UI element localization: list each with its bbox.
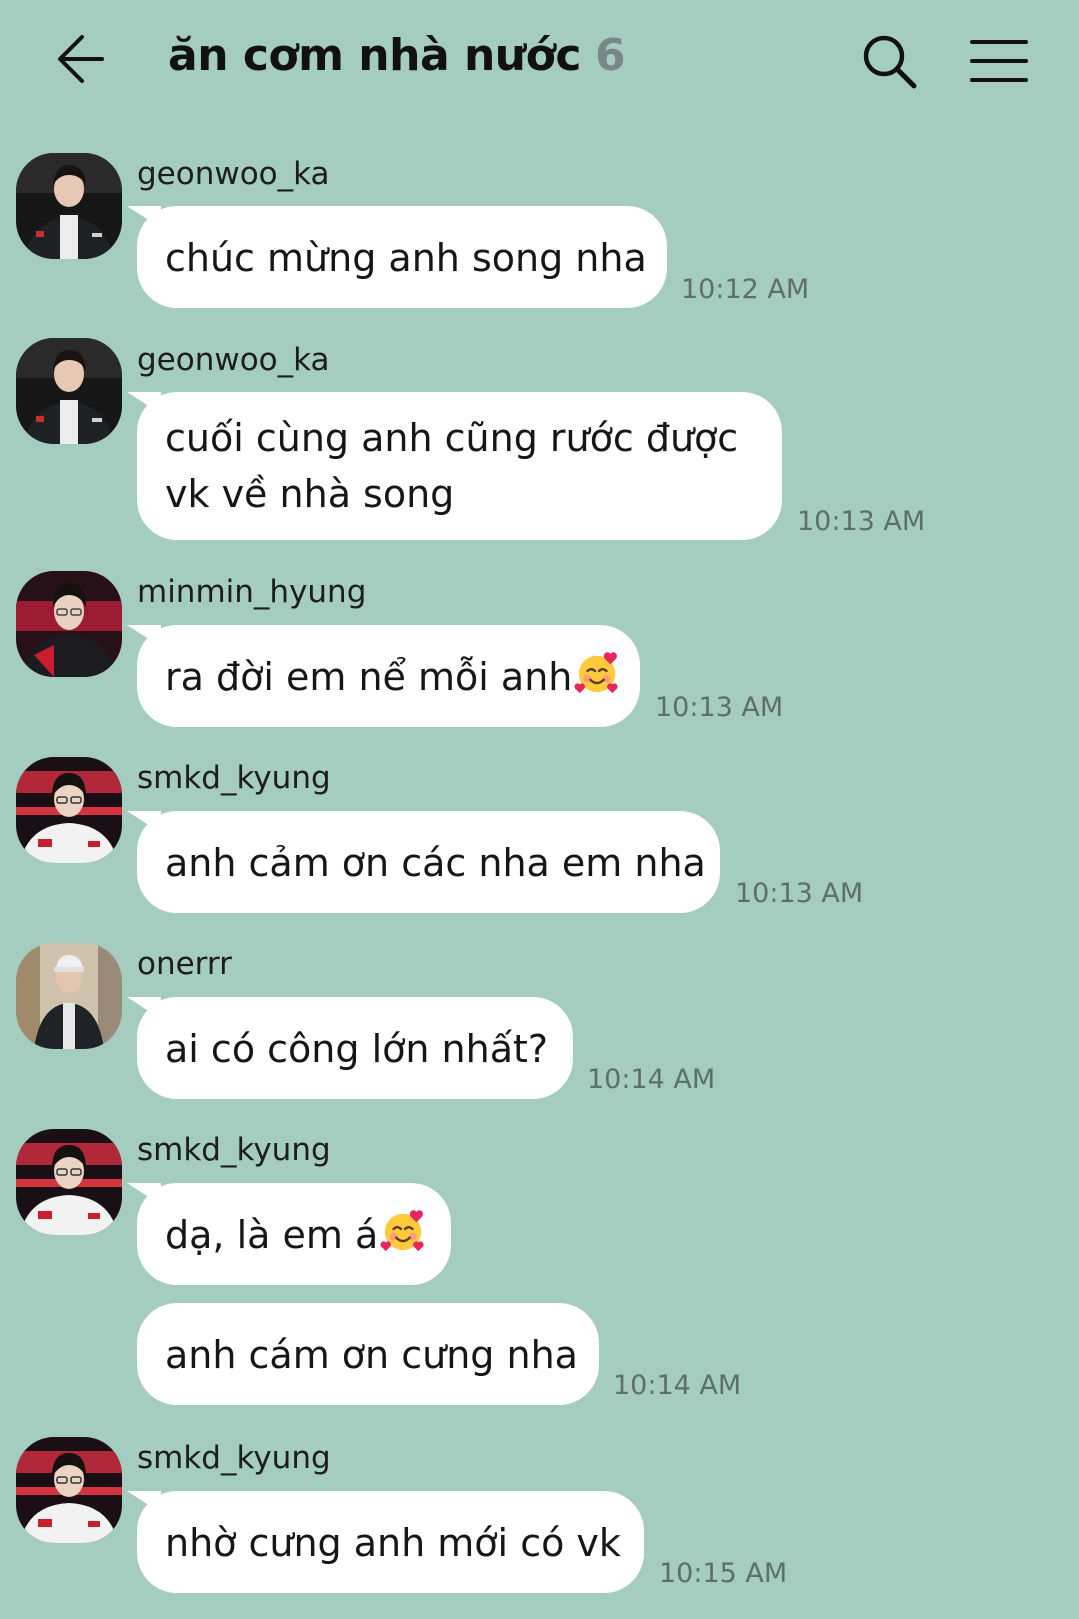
message-time: 10:13 AM	[655, 692, 784, 723]
message-text: ai có công lớn nhất?	[165, 1027, 549, 1071]
message-time: 10:12 AM	[681, 274, 810, 305]
smiling-face-with-hearts-icon	[574, 650, 620, 696]
sender-name: onerrr	[137, 946, 232, 982]
message-time: 10:14 AM	[613, 1370, 742, 1401]
chat-title[interactable]: ăn cơm nhà nước 6	[168, 30, 626, 81]
message-bubble[interactable]: nhờ cưng anh mới có vk	[137, 1491, 644, 1593]
member-count: 6	[594, 30, 626, 81]
message-text: dạ, là em á	[165, 1213, 379, 1257]
chat-header: ăn cơm nhà nước 6	[0, 0, 1079, 120]
message-time: 10:14 AM	[587, 1064, 716, 1095]
sender-name: smkd_kyung	[137, 760, 331, 796]
sender-name: geonwoo_ka	[137, 342, 330, 378]
search-icon	[863, 35, 917, 89]
sender-name: smkd_kyung	[137, 1440, 331, 1476]
avatar-geonwoo-ka[interactable]	[16, 338, 122, 444]
message-text-line-1: cuối cùng anh cũng rước được	[165, 416, 739, 460]
message-time: 10:13 AM	[797, 506, 926, 537]
message-bubble[interactable]: cuối cùng anh cũng rước được vk về nhà s…	[137, 392, 782, 540]
avatar-smkd-kyung[interactable]	[16, 757, 122, 863]
message-text-line-2: vk về nhà song	[165, 472, 455, 516]
smiling-face-with-hearts-icon	[380, 1208, 426, 1254]
back-arrow-icon	[58, 35, 104, 83]
message-text: chúc mừng anh song nha	[165, 236, 647, 280]
avatar-smkd-kyung[interactable]	[16, 1437, 122, 1543]
message-time: 10:13 AM	[735, 878, 864, 909]
message-bubble[interactable]: dạ, là em á	[137, 1183, 451, 1285]
message-bubble[interactable]: ai có công lớn nhất?	[137, 997, 573, 1099]
sender-name: smkd_kyung	[137, 1132, 331, 1168]
search-button[interactable]	[860, 32, 920, 92]
message-bubble[interactable]: ra đời em nể mỗi anh	[137, 625, 640, 727]
sender-name: geonwoo_ka	[137, 156, 330, 192]
message-text: ra đời em nể mỗi anh	[165, 655, 573, 699]
message-bubble[interactable]: chúc mừng anh song nha	[137, 206, 667, 308]
menu-button[interactable]	[970, 36, 1032, 86]
back-button[interactable]	[52, 28, 112, 90]
message-time: 10:15 AM	[659, 1558, 788, 1589]
avatar-smkd-kyung[interactable]	[16, 1129, 122, 1235]
message-text: anh cảm ơn các nha em nha	[165, 841, 706, 885]
message-bubble[interactable]: anh cám ơn cưng nha	[137, 1303, 599, 1405]
avatar-geonwoo-ka[interactable]	[16, 153, 122, 259]
message-bubble[interactable]: anh cảm ơn các nha em nha	[137, 811, 720, 913]
avatar-onerrr[interactable]	[16, 943, 122, 1049]
message-text: anh cám ơn cưng nha	[165, 1333, 578, 1377]
message-text: nhờ cưng anh mới có vk	[165, 1521, 621, 1565]
group-name: ăn cơm nhà nước	[168, 30, 581, 81]
sender-name: minmin_hyung	[137, 574, 367, 610]
avatar-minmin-hyung[interactable]	[16, 571, 122, 677]
